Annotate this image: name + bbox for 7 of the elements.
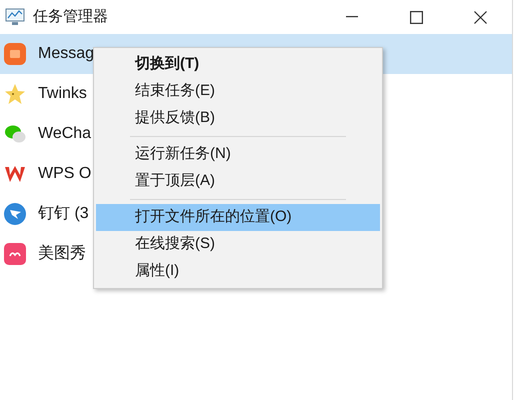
app-name: 美图秀 <box>38 244 86 264</box>
app-name: Twinks <box>38 84 87 104</box>
app-name: WeCha <box>38 124 92 144</box>
app-name: WPS O <box>38 164 92 184</box>
window-title: 任务管理器 <box>33 6 108 27</box>
app-name: 钉钉 (3 <box>38 204 89 224</box>
app-name: Messag <box>38 44 94 64</box>
